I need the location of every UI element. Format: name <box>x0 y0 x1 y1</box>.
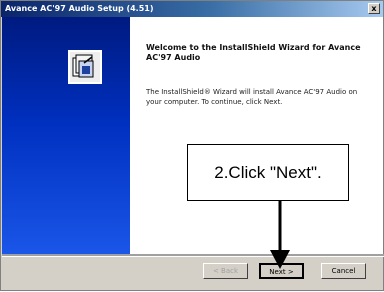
setup-window: Avance AC'97 Audio Setup (4.51) x Welcom… <box>0 0 384 291</box>
down-arrow-icon <box>270 201 290 269</box>
